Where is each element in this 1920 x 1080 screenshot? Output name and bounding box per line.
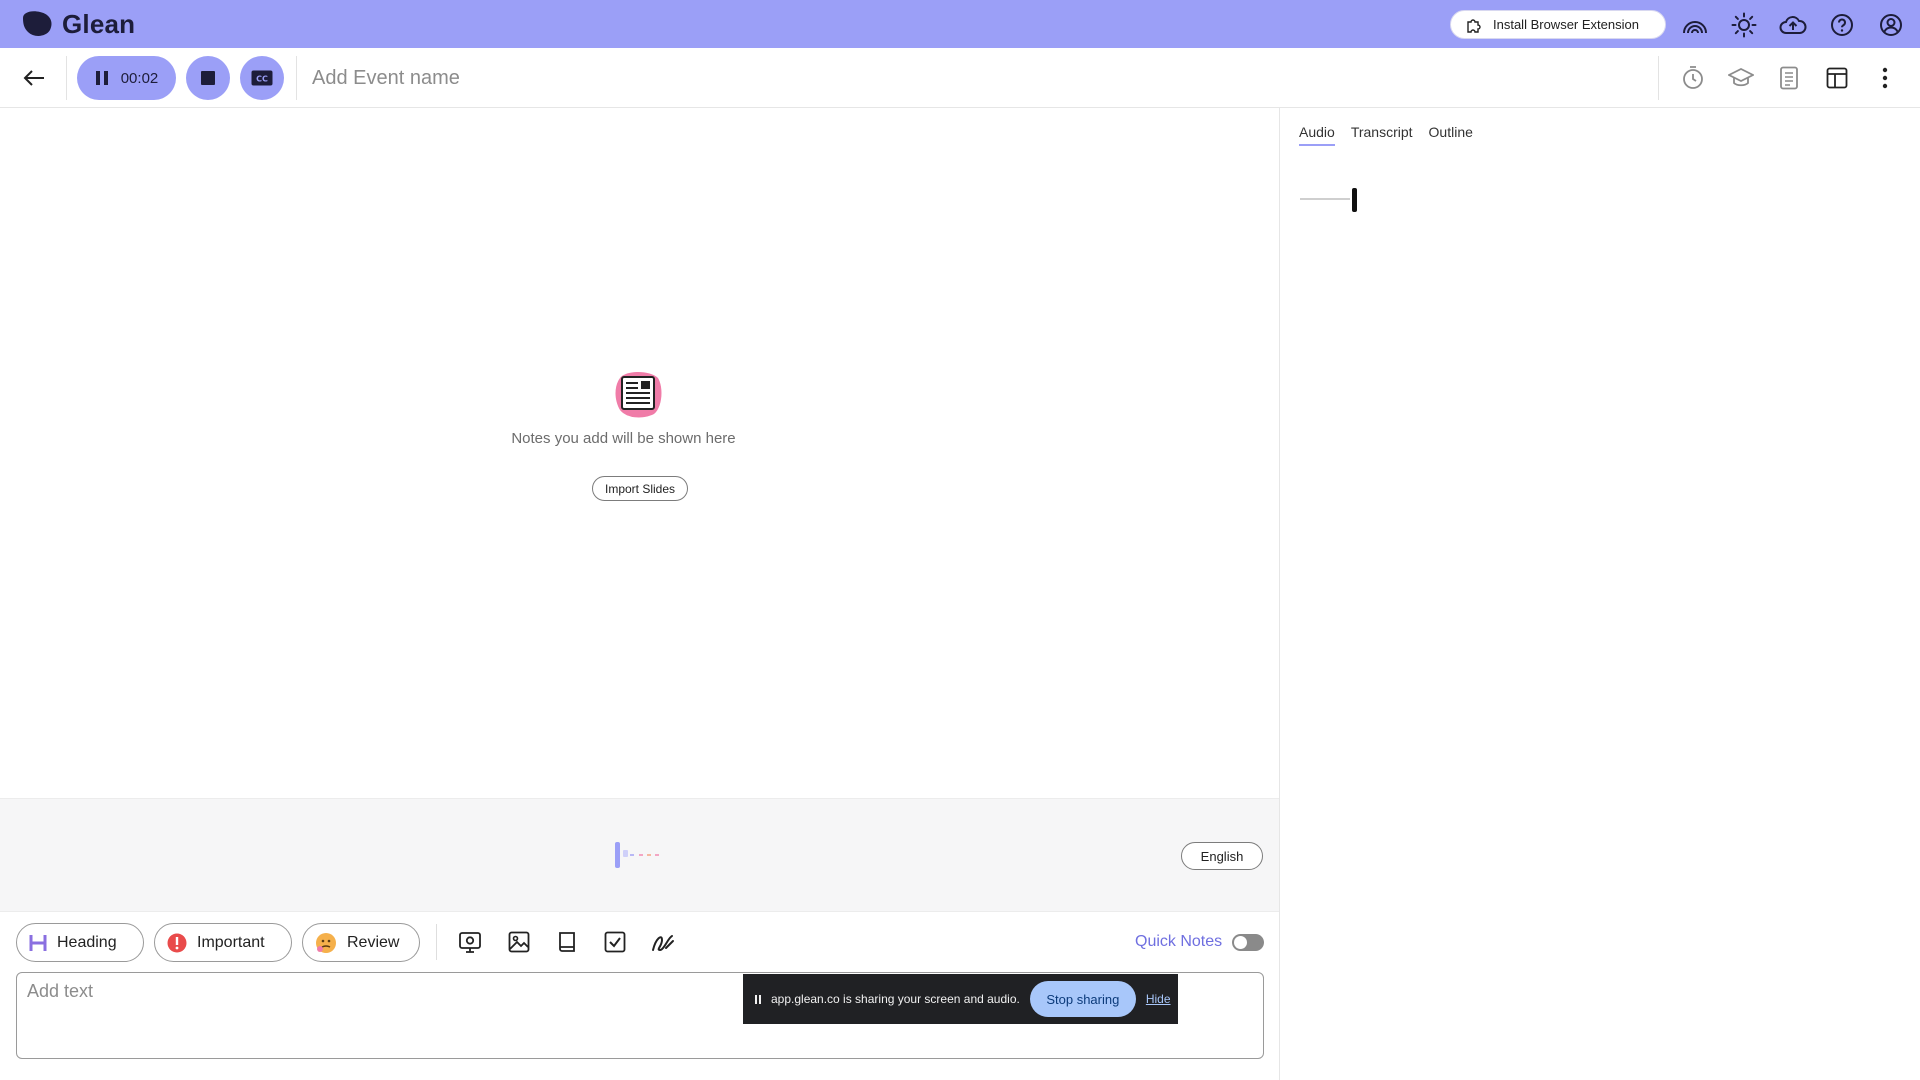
tab-audio[interactable]: Audio <box>1299 124 1335 146</box>
share-pause-icon <box>755 994 761 1004</box>
import-slides-button[interactable]: Import Slides <box>592 476 688 501</box>
install-extension-button[interactable]: Install Browser Extension <box>1450 10 1666 39</box>
live-caption-strip: English <box>0 798 1279 912</box>
event-name-input[interactable] <box>312 62 1012 94</box>
audio-waveform-line <box>1300 198 1350 200</box>
pause-icon <box>95 71 108 85</box>
important-tag-label: Important <box>197 933 265 951</box>
heading-tag-button[interactable]: Heading <box>16 923 144 962</box>
review-tag-button[interactable]: Review <box>302 923 420 962</box>
glean-logo[interactable]: Glean <box>20 9 135 40</box>
image-icon[interactable] <box>505 928 533 956</box>
install-extension-label: Install Browser Extension <box>1493 17 1639 32</box>
heading-tag-label: Heading <box>57 933 117 951</box>
rainbow-icon[interactable] <box>1680 10 1710 40</box>
layout-icon[interactable] <box>1822 62 1852 94</box>
toolbar-divider <box>1658 56 1659 100</box>
sun-icon[interactable] <box>1729 10 1759 40</box>
audio-playhead[interactable] <box>1352 188 1357 212</box>
recording-toolbar: 00:02 CC <box>0 48 1920 108</box>
right-panel: Audio Transcript Outline <box>1280 108 1920 1080</box>
glean-logo-icon <box>23 11 52 36</box>
notes-empty-icon <box>615 372 662 418</box>
screenshot-icon[interactable] <box>456 928 484 956</box>
captions-button[interactable]: CC <box>240 56 284 100</box>
tab-outline[interactable]: Outline <box>1429 124 1473 146</box>
important-tag-button[interactable]: Important <box>154 923 292 962</box>
puzzle-icon <box>1467 18 1481 33</box>
exclamation-icon <box>167 933 187 952</box>
pause-recording-button[interactable]: 00:02 <box>77 56 176 100</box>
stop-recording-button[interactable] <box>186 56 230 100</box>
listening-wave-icon <box>615 842 659 868</box>
help-icon[interactable] <box>1827 10 1857 40</box>
screen-share-notice: app.glean.co is sharing your screen and … <box>743 974 1178 1024</box>
arrow-left-icon <box>23 70 44 86</box>
app-name: Glean <box>62 8 136 39</box>
brand-bar: Glean Install Browser Extension <box>0 0 1920 48</box>
quick-notes-toggle[interactable] <box>1232 934 1264 951</box>
notes-empty-message: Notes you add will be shown here <box>511 430 736 447</box>
closed-captions-icon: CC <box>251 70 273 86</box>
toolbar-divider <box>296 56 297 100</box>
toggle-knob <box>1234 936 1247 949</box>
checkbox-icon[interactable] <box>601 928 629 956</box>
document-icon[interactable] <box>1774 62 1804 94</box>
quick-notes-label: Quick Notes <box>1135 933 1223 950</box>
cc-label: CC <box>256 75 268 84</box>
tab-transcript[interactable]: Transcript <box>1351 124 1413 146</box>
notes-area: Notes you add will be shown here Import … <box>0 108 1279 798</box>
draw-icon[interactable] <box>649 928 677 956</box>
back-button[interactable] <box>20 64 48 92</box>
share-message: app.glean.co is sharing your screen and … <box>771 992 1020 1006</box>
stop-icon <box>201 71 215 85</box>
recording-timer: 00:02 <box>120 69 159 87</box>
stop-sharing-button[interactable]: Stop sharing <box>1029 981 1136 1017</box>
thinking-face-icon <box>316 932 336 953</box>
more-vertical-icon[interactable] <box>1870 62 1900 94</box>
account-icon[interactable] <box>1876 10 1906 40</box>
timer-icon[interactable] <box>1678 62 1708 94</box>
book-icon[interactable] <box>553 928 581 956</box>
tag-toolbar-divider <box>436 924 437 960</box>
language-select[interactable]: English <box>1181 842 1263 870</box>
heading-icon <box>29 934 47 951</box>
cloud-upload-icon[interactable] <box>1778 10 1808 40</box>
toolbar-divider <box>66 56 67 100</box>
note-tag-toolbar: Heading Important Review Quick Notes <box>0 912 1279 972</box>
review-tag-label: Review <box>347 933 400 951</box>
hide-share-link[interactable]: Hide <box>1146 992 1171 1006</box>
graduation-cap-icon[interactable] <box>1726 62 1756 94</box>
